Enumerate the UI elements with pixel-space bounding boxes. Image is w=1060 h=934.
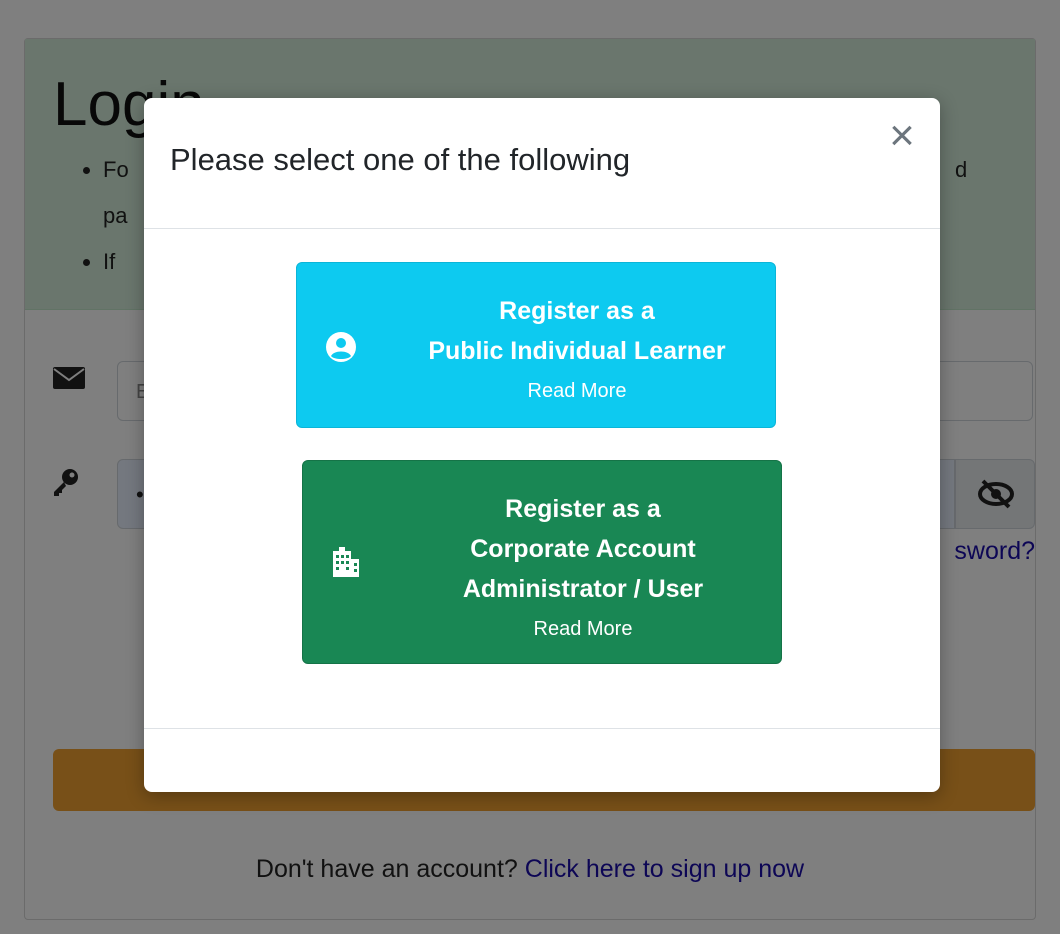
modal-title: Please select one of the following <box>170 142 631 177</box>
choice-text: Register as a Corporate Account Administ… <box>393 489 773 649</box>
user-circle-icon <box>326 332 356 362</box>
register-public-learner-button[interactable]: Register as a Public Individual Learner … <box>296 262 776 428</box>
close-icon: × <box>889 111 915 160</box>
modal-footer-divider <box>144 728 940 729</box>
choice-line: Administrator / User <box>462 575 704 603</box>
registration-modal: Please select one of the following × Reg… <box>144 98 940 792</box>
choice-line: Public Individual Learner <box>428 337 726 365</box>
choice-text: Register as a Public Individual Learner … <box>387 291 767 411</box>
modal-header: Please select one of the following × <box>144 98 940 229</box>
read-more-link[interactable]: Read More <box>393 609 773 649</box>
choice-line: Register as a <box>505 495 661 523</box>
choice-line: Corporate Account <box>470 535 696 563</box>
choice-line: Register as a <box>499 297 655 325</box>
read-more-link[interactable]: Read More <box>387 371 767 411</box>
register-corporate-button[interactable]: Register as a Corporate Account Administ… <box>302 460 782 664</box>
building-icon <box>333 547 359 577</box>
close-button[interactable]: × <box>880 114 924 158</box>
